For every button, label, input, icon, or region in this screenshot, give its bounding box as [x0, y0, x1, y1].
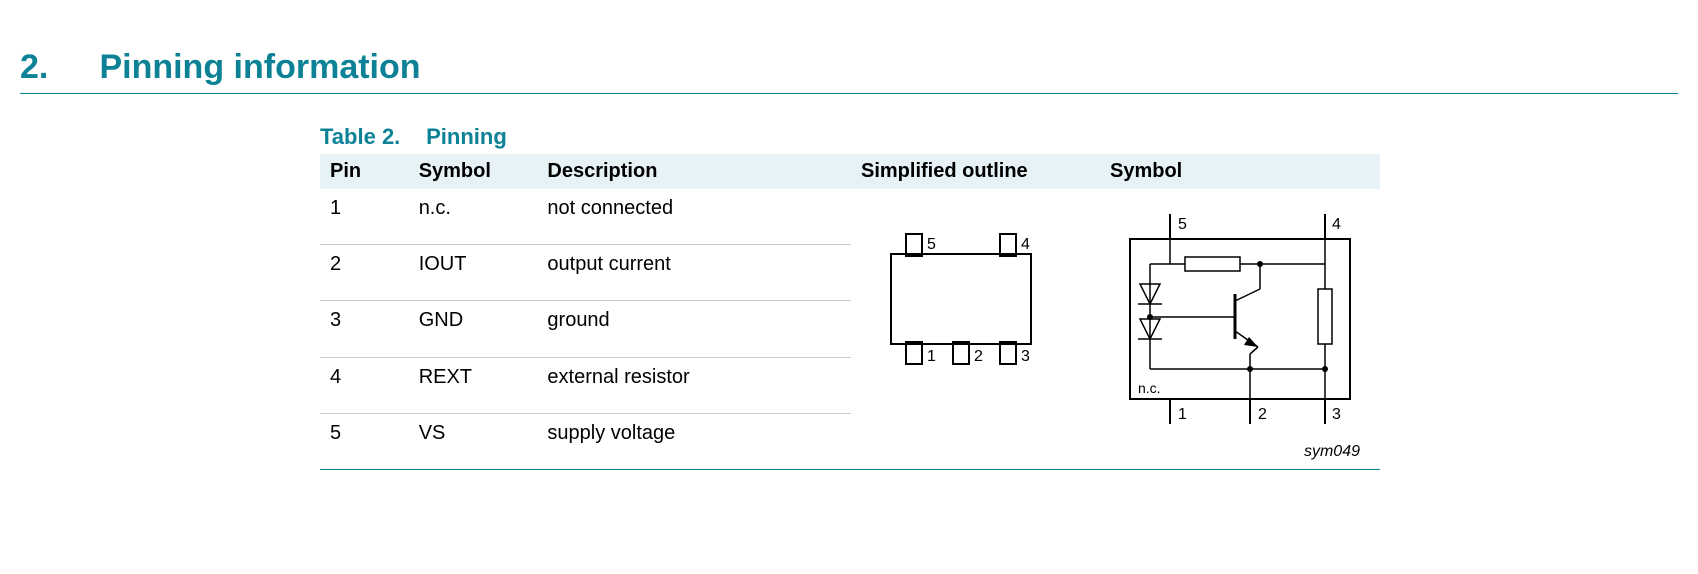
section-heading: 2. Pinning information	[20, 48, 1678, 94]
cell-pin: 1	[320, 189, 409, 245]
cell-pin: 3	[320, 301, 409, 357]
cell-pin: 2	[320, 245, 409, 301]
content-area: Table 2. Pinning Pin Symbol Description …	[320, 124, 1380, 470]
table-row: 1 n.c. not connected 5	[320, 189, 1380, 245]
cell-description: ground	[537, 301, 851, 357]
symbol-pin3-label: 3	[1332, 406, 1341, 423]
header-symbol: Symbol	[409, 154, 538, 189]
outline-pin2-label: 2	[974, 348, 983, 365]
outline-pin3-label: 3	[1021, 348, 1030, 365]
cell-description: external resistor	[537, 357, 851, 413]
table-caption-title: Pinning	[426, 124, 507, 149]
symbol-pin5-label: 5	[1178, 216, 1187, 233]
header-outline: Simplified outline	[851, 154, 1100, 189]
cell-symbol: VS	[409, 413, 538, 469]
outline-pin1-label: 1	[927, 348, 936, 365]
symbol-pin4-label: 4	[1332, 216, 1341, 233]
header-description: Description	[537, 154, 851, 189]
simplified-outline-diagram: 5 4 1 2 3	[861, 209, 1061, 389]
outline-pin5-label: 5	[927, 236, 936, 253]
cell-symbol: REXT	[409, 357, 538, 413]
simplified-outline-cell: 5 4 1 2 3	[851, 189, 1100, 470]
table-caption-label: Table 2.	[320, 124, 420, 150]
symbol-pin1-label: 1	[1178, 406, 1187, 423]
cell-description: supply voltage	[537, 413, 851, 469]
symbol-nc-label: n.c.	[1138, 380, 1161, 396]
symbol-diagram: 5 4 1 2 3	[1110, 209, 1370, 439]
symbol-ref: sym049	[1110, 443, 1370, 461]
cell-symbol: IOUT	[409, 245, 538, 301]
header-pin: Pin	[320, 154, 409, 189]
section-title: Pinning information	[99, 48, 420, 86]
symbol-pin2-label: 2	[1258, 406, 1267, 423]
table-caption: Table 2. Pinning	[320, 124, 1380, 150]
cell-pin: 4	[320, 357, 409, 413]
section-number: 2.	[20, 48, 90, 87]
cell-description: output current	[537, 245, 851, 301]
cell-description: not connected	[537, 189, 851, 245]
pinning-table: Pin Symbol Description Simplified outlin…	[320, 154, 1380, 470]
cell-symbol: n.c.	[409, 189, 538, 245]
cell-symbol: GND	[409, 301, 538, 357]
outline-pin4-label: 4	[1021, 236, 1030, 253]
symbol-diagram-cell: 5 4 1 2 3	[1100, 189, 1380, 470]
cell-pin: 5	[320, 413, 409, 469]
header-symbol2: Symbol	[1100, 154, 1380, 189]
